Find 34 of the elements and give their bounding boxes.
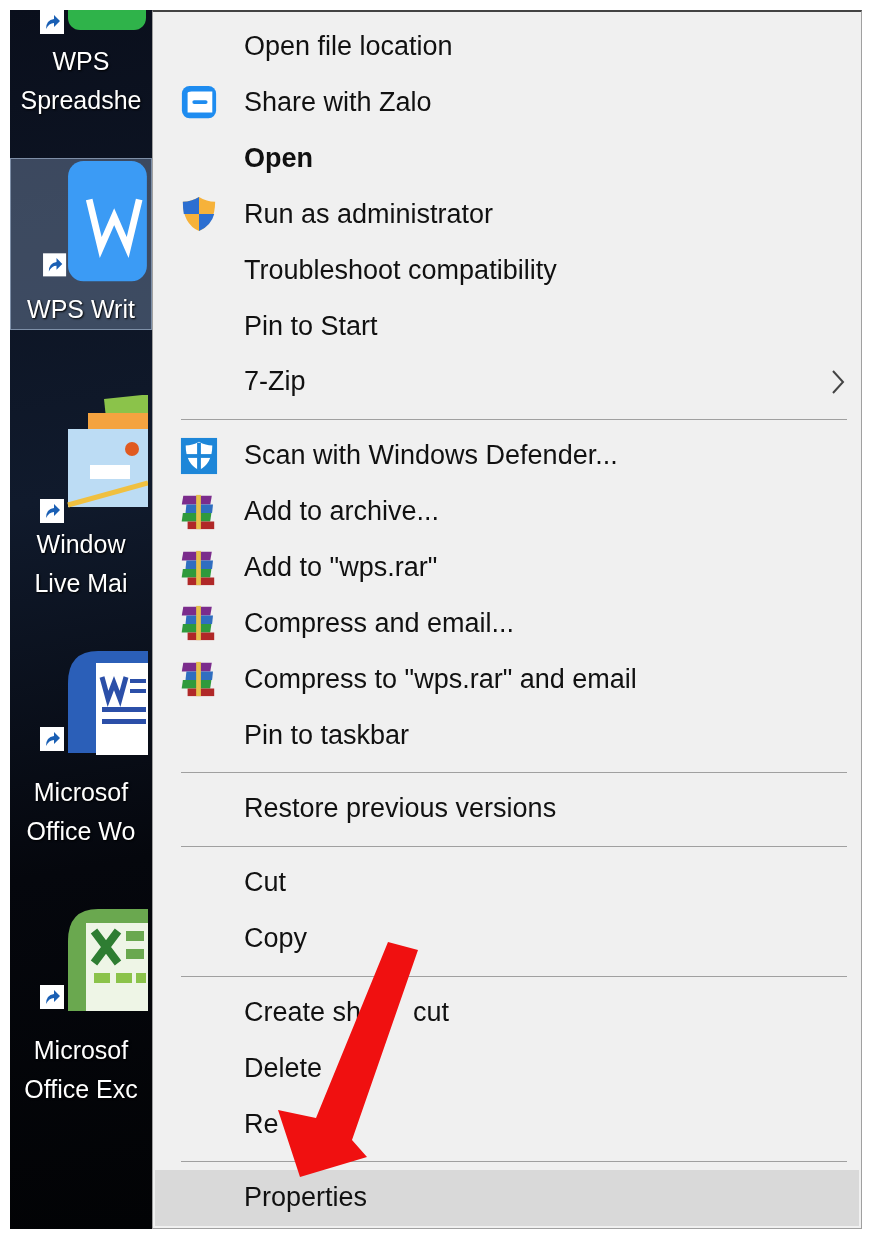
desktop-shortcut[interactable]: WPS Writ xyxy=(10,158,152,330)
menu-item[interactable]: Compress to "wps.rar" and email xyxy=(155,651,859,708)
menu-item[interactable]: Share with Zalo xyxy=(155,74,859,131)
menu-item[interactable]: Restore previous versions xyxy=(155,780,859,837)
menu-item[interactable]: Re xyxy=(155,1096,859,1153)
mail-app-icon xyxy=(38,395,148,525)
menu-item[interactable]: Compress and email... xyxy=(155,595,859,652)
menu-item[interactable]: Add to archive... xyxy=(155,483,859,540)
shortcut-label: WPS Writ xyxy=(27,294,135,325)
menu-item[interactable]: Properties xyxy=(155,1170,859,1226)
shortcut-label: Microsof Office Wo xyxy=(26,777,136,847)
menu-item[interactable]: Pin to taskbar xyxy=(155,707,859,763)
defender-shield-icon xyxy=(180,436,218,475)
menu-item[interactable]: 7-Zip xyxy=(155,354,859,410)
desktop-shortcut[interactable]: WPS Spreadshe xyxy=(10,10,152,140)
menu-item[interactable]: Open xyxy=(155,130,859,187)
shortcut-label: WPS Spreadshe xyxy=(20,46,142,116)
chevron-right-icon xyxy=(831,369,845,395)
menu-item[interactable]: Cut xyxy=(155,854,859,911)
menu-item[interactable]: Troubleshoot compatibility xyxy=(155,242,859,299)
shortcut-label: Window Live Mai xyxy=(34,529,128,599)
menu-item[interactable]: Delete xyxy=(155,1040,859,1097)
desktop-shortcut[interactable]: Window Live Mai xyxy=(10,395,152,603)
menu-item[interactable]: Pin to Start xyxy=(155,298,859,355)
menu-item[interactable]: Add to "wps.rar" xyxy=(155,539,859,596)
menu-item[interactable]: Open file location xyxy=(155,19,859,75)
menu-item[interactable]: Run as administrator xyxy=(155,186,859,243)
menu-item[interactable]: Copy xyxy=(155,910,859,967)
menu-item[interactable]: Scan with Windows Defender... xyxy=(155,427,859,484)
shield-icon xyxy=(180,195,218,234)
label-fragment: cut xyxy=(413,996,450,1028)
shortcut-label: Microsof Office Exc xyxy=(24,1035,138,1105)
desktop-shortcut[interactable]: Microsof Office Wo xyxy=(10,643,152,851)
desktop-shortcut[interactable]: Microsof Office Exc xyxy=(10,901,152,1109)
